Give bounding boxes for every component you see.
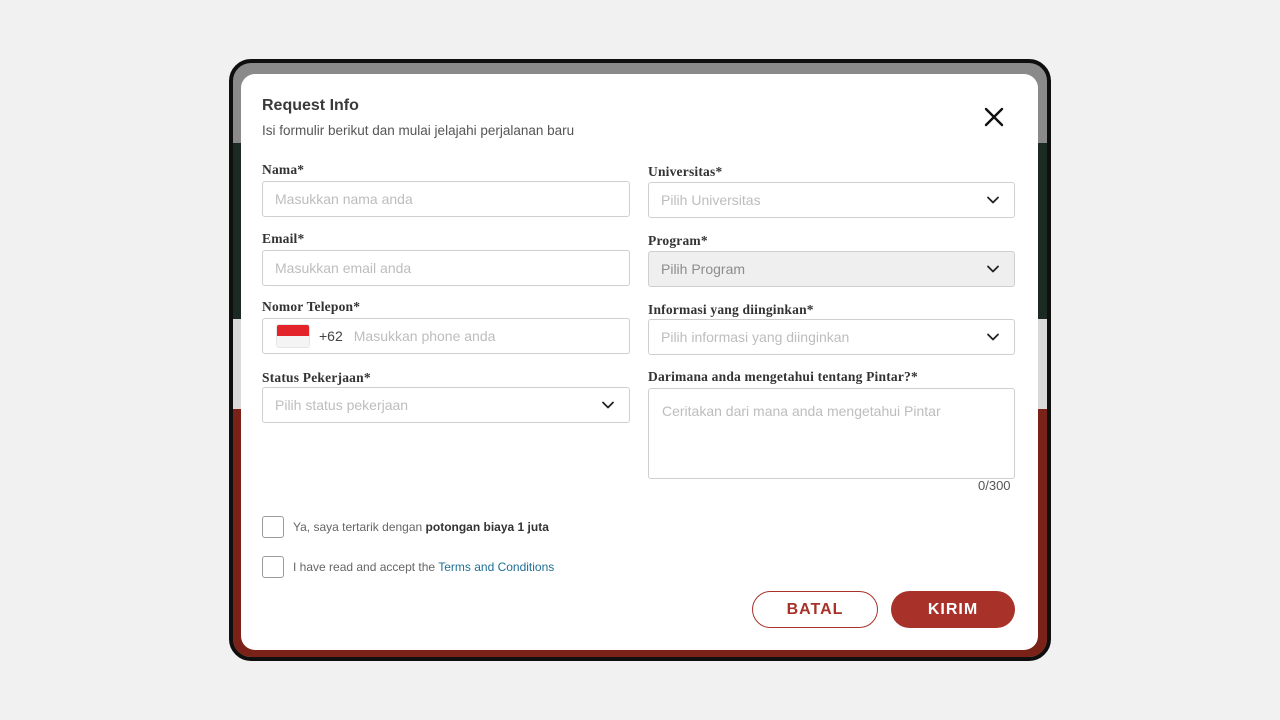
darimana-label: Darimana anda mengetahui tentang Pintar?…: [648, 369, 918, 384]
terms-link[interactable]: Terms and Conditions: [438, 560, 554, 574]
telepon-input[interactable]: [342, 319, 629, 353]
indonesia-flag-icon[interactable]: [277, 325, 309, 347]
submit-button[interactable]: KIRIM: [891, 591, 1015, 628]
email-field-wrapper: [262, 250, 630, 286]
universitas-label: Universitas*: [648, 164, 723, 179]
terms-check-label: I have read and accept the Terms and Con…: [293, 560, 555, 574]
darimana-field-wrapper: [648, 388, 1015, 479]
char-counter: 0/300: [978, 478, 1011, 493]
email-input[interactable]: [263, 251, 629, 285]
terms-checkbox[interactable]: [262, 556, 284, 578]
nama-field-wrapper: [262, 181, 630, 217]
program-label: Program*: [648, 233, 708, 248]
close-icon: [984, 107, 1004, 127]
status-select-value: Pilih status pekerjaan: [275, 397, 409, 413]
terms-check-row: I have read and accept the Terms and Con…: [262, 556, 554, 578]
chevron-down-icon: [987, 265, 999, 273]
discount-check-label: Ya, saya tertarik dengan potongan biaya …: [293, 520, 549, 534]
program-select[interactable]: Pilih Program: [648, 251, 1015, 287]
request-info-modal: Request Info Isi formulir berikut dan mu…: [241, 74, 1038, 650]
program-select-value: Pilih Program: [661, 261, 746, 277]
telepon-field-wrapper: +62: [262, 318, 630, 354]
informasi-select[interactable]: Pilih informasi yang diinginkan: [648, 319, 1015, 355]
discount-check-row: Ya, saya tertarik dengan potongan biaya …: [262, 516, 549, 538]
chevron-down-icon: [987, 333, 999, 341]
informasi-select-value: Pilih informasi yang diinginkan: [661, 329, 850, 345]
discount-checkbox[interactable]: [262, 516, 284, 538]
modal-title: Request Info: [262, 97, 359, 114]
nama-label: Nama*: [262, 162, 305, 177]
modal-subtitle: Isi formulir berikut dan mulai jelajahi …: [262, 123, 575, 138]
status-select[interactable]: Pilih status pekerjaan: [262, 387, 630, 423]
informasi-label: Informasi yang diinginkan*: [648, 302, 814, 317]
darimana-textarea[interactable]: [649, 389, 1014, 478]
close-button[interactable]: [981, 104, 1007, 130]
nama-input[interactable]: [263, 182, 629, 216]
telepon-label: Nomor Telepon*: [262, 299, 361, 314]
email-label: Email*: [262, 231, 305, 246]
discount-highlight: potongan biaya 1 juta: [425, 520, 549, 534]
status-label: Status Pekerjaan*: [262, 370, 371, 385]
universitas-select[interactable]: Pilih Universitas: [648, 182, 1015, 218]
dial-code: +62: [319, 328, 343, 344]
chevron-down-icon: [602, 401, 614, 409]
universitas-select-value: Pilih Universitas: [661, 192, 761, 208]
cancel-button[interactable]: BATAL: [752, 591, 878, 628]
chevron-down-icon: [987, 196, 999, 204]
